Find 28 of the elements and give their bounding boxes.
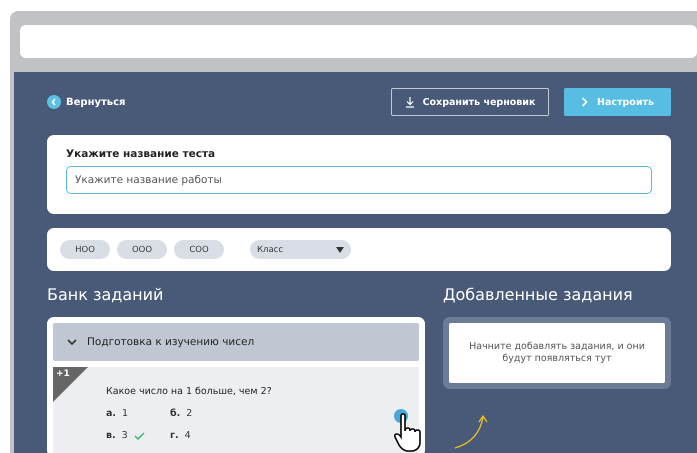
answer-text: 3	[122, 430, 128, 441]
section-heading: Банк заданий	[47, 285, 164, 306]
download-icon	[404, 96, 415, 108]
empty-state-text: Начните добавлять задания, и они будут появляться тут	[468, 340, 646, 366]
answer-letter: г.	[170, 430, 179, 441]
points-ribbon	[53, 367, 88, 402]
category-header[interactable]: Подготовка к изучению чисел	[53, 323, 419, 361]
level-chip[interactable]: ООО	[117, 240, 167, 259]
grade-dropdown[interactable]: Класс	[250, 240, 351, 259]
question-text: Какое число на 1 больше, чем 2?	[106, 386, 272, 397]
chevron-icon	[67, 338, 77, 346]
answer-letter: в.	[106, 430, 116, 441]
answer-letter: б.	[170, 408, 180, 419]
level-chip[interactable]: СОО	[174, 240, 224, 259]
section-heading: Добавленные задания	[443, 285, 634, 306]
answer-letter: а.	[106, 408, 116, 419]
dropdown-triangle-icon	[336, 246, 344, 252]
answer-text: 2	[186, 408, 192, 419]
check-icon	[134, 432, 145, 440]
chevron-right-icon	[581, 97, 588, 107]
title-input-field[interactable]: Укажите название работы	[66, 166, 652, 194]
answer-text: 4	[184, 430, 191, 441]
field-label: Укажите название теста	[66, 148, 216, 160]
save-draft-button[interactable]: Сохранить черновик	[391, 88, 549, 116]
back-button[interactable]: Вернуться	[47, 95, 126, 109]
level-chip[interactable]: НОО	[60, 240, 110, 259]
answer-text: 1	[122, 408, 128, 419]
points-label: +1	[56, 369, 70, 379]
